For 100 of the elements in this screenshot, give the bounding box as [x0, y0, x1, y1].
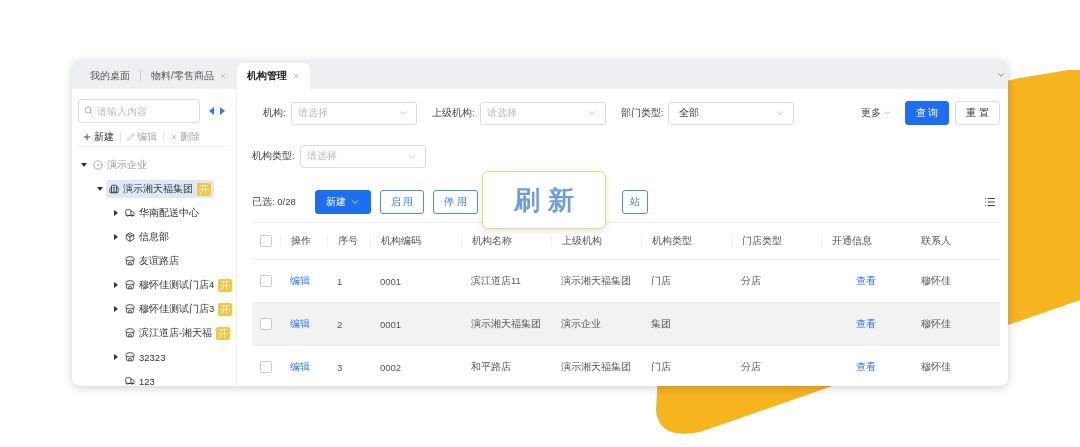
tree-node[interactable]: 信息部 — [122, 228, 172, 246]
status-badge: 开 — [218, 278, 233, 292]
tree-node[interactable]: 演示湘天福集团 开 — [106, 180, 214, 198]
column-header: 开通信息 — [821, 234, 911, 248]
table-cell-text: 2 — [336, 318, 344, 330]
table-cell-text: 门店 — [650, 360, 672, 374]
table-cell-text: 穆怀佳 — [920, 274, 952, 288]
circle-icon — [93, 160, 103, 170]
building-icon — [109, 184, 119, 194]
chevron-icon — [398, 108, 408, 118]
tree-node[interactable]: 穆怀佳测试门店3 开 — [122, 300, 236, 318]
action-button[interactable]: 新建 — [78, 130, 118, 144]
filter-label: 部门类型: — [620, 106, 664, 120]
select-field[interactable]: 全部 — [668, 101, 795, 125]
table-link[interactable]: 查看 — [821, 317, 911, 331]
tree-node[interactable]: 123 — [122, 372, 158, 386]
node-label: 滨江道店-湘天福 — [139, 326, 213, 340]
table-cell-text: 演示湘天福集团 — [560, 274, 632, 288]
store-icon — [125, 256, 135, 266]
column-header: 操作 — [280, 234, 327, 248]
reset-button[interactable]: 重 置 — [955, 101, 1000, 125]
checkbox[interactable] — [260, 275, 272, 287]
chevron-icon — [349, 197, 360, 207]
table-cell-text: 滨江道店11 — [470, 274, 522, 288]
status-badge: 开 — [197, 182, 211, 196]
tab[interactable]: 我的桌面 — [80, 63, 140, 89]
table-cell-text: 0002 — [379, 361, 403, 373]
status-badge: 开 — [218, 302, 233, 316]
table-cell-text: 演示企业 — [560, 317, 602, 331]
column-header: 门店类型 — [731, 234, 821, 248]
store-icon — [125, 280, 135, 290]
column-header: 上级机构 — [551, 234, 641, 248]
node-label: 123 — [139, 375, 155, 386]
tree-node[interactable]: 穆怀佳测试门店4 开 — [122, 276, 236, 294]
table-link[interactable]: 查看 — [821, 274, 911, 288]
table-link[interactable]: 编辑 — [280, 274, 327, 288]
list-icon[interactable] — [984, 196, 996, 208]
table-cell-text: 穆怀佳 — [920, 360, 952, 374]
table-link[interactable]: 查看 — [821, 360, 911, 374]
chevron-icon — [882, 109, 891, 117]
node-label: 32323 — [139, 351, 166, 363]
checkbox[interactable] — [260, 361, 272, 373]
table-cell-text: 0001 — [379, 318, 403, 330]
more-button[interactable]: 更多 — [854, 105, 897, 121]
table-cell-text: 演示湘天福集团 — [470, 317, 542, 331]
table-cell-text: 集团 — [650, 317, 672, 331]
node-label: 友谊路店 — [139, 254, 179, 268]
tree-node[interactable]: 友谊路店 — [122, 252, 182, 270]
filter-label: 上级机构: — [432, 106, 475, 120]
tree-node[interactable]: 演示企业 — [90, 156, 150, 174]
table-cell-text: 穆怀佳 — [920, 317, 952, 331]
node-label: 华南配送中心 — [139, 206, 199, 220]
column-header: 机构名称 — [461, 234, 551, 248]
chevron-icon — [775, 108, 786, 118]
tree-node[interactable]: 华南配送中心 — [122, 204, 202, 222]
checkbox[interactable] — [260, 318, 272, 330]
table-cell-text: 和平路店 — [470, 360, 512, 374]
close-icon — [170, 133, 178, 141]
toolbar-button[interactable]: 启 用 — [379, 190, 425, 214]
tab[interactable]: 物料/零售商品 — [141, 63, 237, 89]
node-label: 演示湘天福集团 — [123, 182, 193, 196]
pencil-icon — [127, 133, 135, 141]
store-icon — [125, 352, 135, 362]
column-header: 机构类型 — [641, 234, 731, 248]
selected-count: 已选: 0/28 — [252, 195, 296, 209]
tab[interactable]: 机构管理 — [236, 63, 310, 89]
toolbar-button[interactable]: 新建 — [314, 190, 371, 214]
column-header: 联系人 — [920, 234, 952, 248]
chevron-icon — [586, 108, 597, 118]
search-field[interactable]: 请输入内容 — [78, 99, 200, 123]
tree-node[interactable]: 32323 — [122, 348, 169, 366]
column-header: 序号 — [327, 234, 370, 248]
table-cell-text: 3 — [336, 361, 344, 373]
truck-icon — [125, 208, 135, 218]
box-icon — [125, 232, 135, 242]
node-label: 穆怀佳测试门店3 — [139, 302, 215, 316]
status-badge: 开 — [216, 326, 231, 340]
query-button[interactable]: 查 询 — [904, 101, 950, 125]
filter-label: 机构: — [262, 106, 286, 120]
plus-icon — [82, 132, 92, 142]
checkbox[interactable] — [260, 235, 272, 247]
node-label: 演示企业 — [107, 158, 147, 172]
filter-label: 机构类型: — [252, 150, 295, 163]
toolbar-button[interactable]: 停 用 — [433, 190, 479, 214]
table-cell-text: 分店 — [740, 274, 762, 288]
node-label: 穆怀佳测试门店4 — [139, 278, 215, 292]
arrows-icon[interactable] — [208, 106, 226, 116]
table-cell-text: 1 — [336, 275, 344, 287]
table-cell-text: 演示湘天福集团 — [560, 360, 632, 374]
tree-node[interactable]: 滨江道店-湘天福 开 — [122, 324, 234, 342]
search-icon — [84, 106, 93, 115]
store-icon — [125, 328, 135, 338]
toolbar-button[interactable]: 站 — [622, 190, 649, 214]
truck-icon — [125, 376, 135, 386]
table-link[interactable]: 编辑 — [280, 317, 327, 331]
table-link[interactable]: 编辑 — [280, 360, 327, 374]
table-cell-text: 分店 — [740, 360, 762, 374]
store-icon — [125, 304, 135, 314]
column-header: 机构编码 — [370, 234, 461, 248]
table-cell-text: 0001 — [379, 275, 403, 287]
